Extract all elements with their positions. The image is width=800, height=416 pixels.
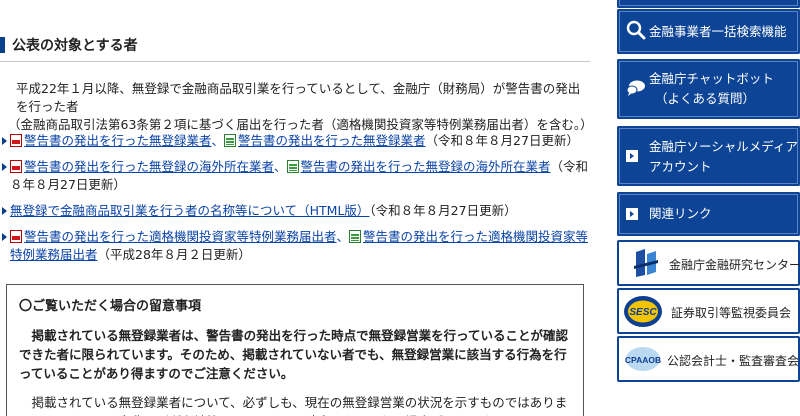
list-item: 警告書の発出を行った無登録の海外所在業者、 警告書の発出を行った無登録の海外所在業… — [0, 158, 592, 194]
sidebar: 金融事業者一括検索機能 金融庁チャットボット （よくある質問） 金融庁ソーシャル… — [617, 0, 800, 416]
intro-text: 平成22年１月以降、無登録で金融商品取引業を行っているとして、金融庁（財務局）が… — [8, 80, 593, 134]
list-item: 警告書の発出を行った無登録業者、 警告書の発出を行った無登録業者（令和８年８月27… — [0, 132, 592, 150]
pdf-link-qualified-investors[interactable]: 警告書の発出を行った適格機関投資家等特例業務届出者 — [24, 229, 337, 244]
main-content: 公表の対象とする者 平成22年１月以降、無登録で金融商品取引業を行っているとして… — [0, 0, 593, 416]
pdf-icon — [10, 230, 22, 243]
notice-box: 〇ご覧いただく場合の留意事項 掲載されている無登録業者は、警告書の発出を行った時… — [6, 284, 584, 416]
intro-line-2: （金融商品取引法第63条第２項に基づく届出を行った者（適格機関投資家等特例業務届… — [8, 117, 593, 132]
link-separator: 、 — [211, 133, 225, 148]
pdf-link-overseas[interactable]: 警告書の発出を行った無登録の海外所在業者 — [24, 159, 274, 174]
sidebar-button-search[interactable]: 金融事業者一括検索機能 — [617, 9, 800, 54]
excel-icon — [349, 230, 362, 243]
sidebar-label-related: 関連リンク — [649, 206, 712, 221]
cpaaob-logo-icon: CPAAOB — [625, 346, 661, 375]
sidebar-button-related-links[interactable]: 関連リンク — [617, 192, 800, 236]
excel-link-unregistered[interactable]: 警告書の発出を行った無登録業者 — [238, 133, 426, 148]
notice-paragraph-1: 掲載されている無登録業者は、警告書の発出を行った時点で無登録営業を行っていること… — [19, 328, 569, 381]
bullet-arrow-icon — [2, 137, 7, 145]
html-link-names[interactable]: 無登録で金融商品取引業を行う者の名称等について（HTML版） — [10, 203, 369, 218]
list-item: 警告書の発出を行った適格機関投資家等特例業務届出者、 警告書の発出を行った適格機関… — [0, 228, 592, 264]
bullet-arrow-icon — [2, 233, 7, 241]
chat-bubble-icon — [626, 79, 646, 100]
update-note: （令和８年８月27日更新） — [425, 133, 579, 148]
section-heading: 公表の対象とする者 — [0, 32, 592, 62]
intro-line-1: 平成22年１月以降、無登録で金融商品取引業を行っているとして、金融庁（財務局）が… — [16, 81, 581, 114]
page-title: 公表の対象とする者 — [12, 38, 138, 54]
sidebar-button-social-media[interactable]: 金融庁ソーシャルメディア アカウント — [617, 126, 800, 186]
pdf-icon — [10, 160, 22, 173]
excel-icon — [224, 134, 237, 147]
update-note: （令和８年８月27日更新） — [369, 203, 517, 218]
svg-text:SESC: SESC — [629, 307, 657, 318]
search-icon — [626, 20, 646, 43]
banner-cpaaob[interactable]: CPAAOB 公認会計士・監査審査会 — [617, 336, 800, 382]
sidebar-label-social-sub: アカウント — [649, 159, 712, 174]
square-arrow-icon — [626, 208, 638, 220]
banner-label-fsa-institute: 金融庁金融研究センター — [669, 258, 800, 272]
update-note: （平成28年８月２日更新） — [97, 247, 251, 262]
heading-divider — [0, 61, 590, 62]
sidebar-label-chatbot-sub: （よくある質問） — [655, 91, 756, 106]
sidebar-button-previous[interactable] — [617, 0, 800, 8]
notice-paragraph-2: 掲載されている無登録業者について、必ずしも、現在の無登録営業の状況を示すものでは… — [19, 395, 568, 416]
list-item: 無登録で金融商品取引業を行う者の名称等について（HTML版）（令和８年８月27日… — [0, 202, 592, 220]
banner-fsa-research-center[interactable]: 金融庁金融研究センター — [617, 240, 800, 286]
pdf-link-unregistered[interactable]: 警告書の発出を行った無登録業者 — [24, 133, 212, 148]
link-separator: 、 — [336, 229, 350, 244]
link-separator: 、 — [274, 159, 287, 174]
banner-label-cpaaob: 公認会計士・監査審査会 — [667, 354, 800, 368]
bullet-arrow-icon — [2, 207, 7, 215]
sidebar-button-chatbot[interactable]: 金融庁チャットボット （よくある質問） — [617, 59, 800, 119]
square-arrow-icon — [626, 150, 638, 162]
download-link-list: 警告書の発出を行った無登録業者、 警告書の発出を行った無登録業者（令和８年８月27… — [0, 132, 592, 272]
sidebar-label-social: 金融庁ソーシャルメディア — [649, 139, 798, 154]
bullet-arrow-icon — [2, 163, 7, 171]
svg-text:CPAAOB: CPAAOB — [625, 355, 661, 365]
sidebar-label-chatbot: 金融庁チャットボット — [649, 71, 774, 86]
banner-label-sesc: 証券取引等監視委員会 — [671, 306, 792, 320]
excel-icon — [286, 160, 299, 173]
banner-sesc[interactable]: SESC 証券取引等監視委員会 — [617, 288, 800, 334]
sesc-logo-icon: SESC — [623, 295, 663, 331]
heading-accent-bar — [0, 37, 5, 53]
notice-heading: 〇ご覧いただく場合の留意事項 — [19, 299, 202, 314]
excel-link-overseas[interactable]: 警告書の発出を行った無登録の海外所在業者 — [301, 159, 551, 174]
pdf-icon — [10, 134, 22, 147]
sidebar-label-search: 金融事業者一括検索機能 — [649, 24, 787, 39]
fsa-institute-logo-icon — [633, 248, 659, 281]
